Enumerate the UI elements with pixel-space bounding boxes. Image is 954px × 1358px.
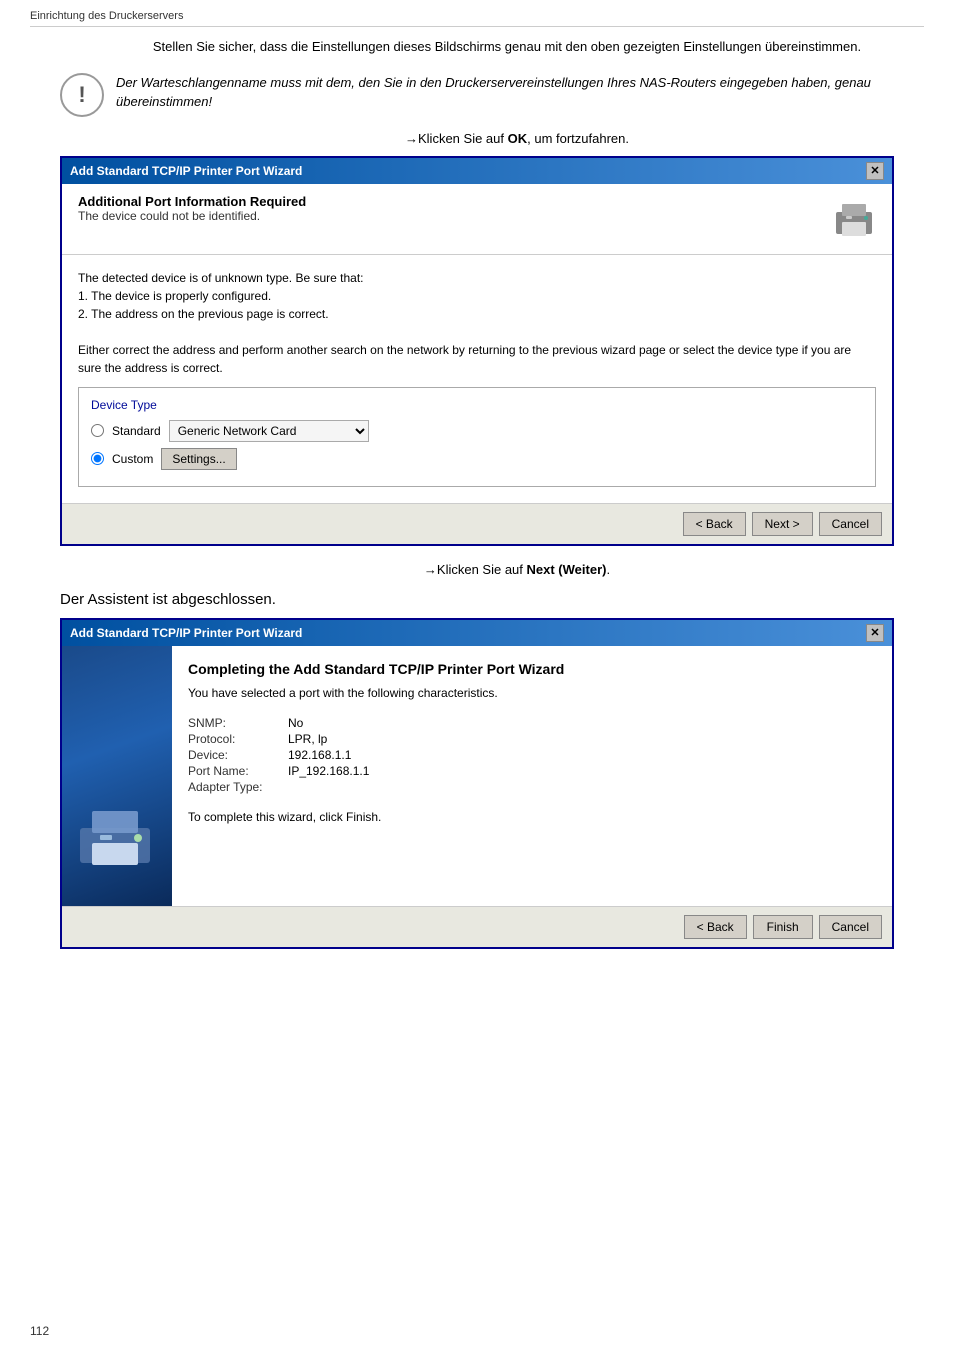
instruction2-text2: . <box>606 562 610 577</box>
blue-panel-printer <box>70 793 164 886</box>
protocol-label: Protocol: <box>188 732 278 746</box>
wizard2-body: Completing the Add Standard TCP/IP Print… <box>62 646 892 906</box>
instruction2-bold: Next (Weiter) <box>527 562 607 577</box>
info-row-device: Device: 192.168.1.1 <box>188 748 876 762</box>
note-text: Der Warteschlangenname muss mit dem, den… <box>116 73 894 112</box>
device-type-section: Device Type Standard Generic Network Car… <box>78 387 876 487</box>
wizard2-title: Add Standard TCP/IP Printer Port Wizard <box>70 626 302 640</box>
wizard1-header-subtitle: The device could not be identified. <box>78 209 306 223</box>
breadcrumb: Einrichtung des Druckerservers <box>30 10 924 27</box>
wizard2-cancel-button[interactable]: Cancel <box>819 915 882 939</box>
wizard1-back-button[interactable]: < Back <box>683 512 746 536</box>
wizard1-header-title: Additional Port Information Required <box>78 194 306 209</box>
blue-panel-inner <box>62 646 172 906</box>
instruction2: →Klicken Sie auf Next (Weiter). <box>110 562 924 577</box>
info-row-snmp: SNMP: No <box>188 716 876 730</box>
wizard2-left-panel <box>62 646 172 906</box>
wizard2-titlebar: Add Standard TCP/IP Printer Port Wizard … <box>62 620 892 646</box>
wizard2-right: Completing the Add Standard TCP/IP Print… <box>172 646 892 906</box>
standard-label: Standard <box>112 422 161 440</box>
completion-subtitle: You have selected a port with the follow… <box>188 686 876 700</box>
wizard1-header-text: Additional Port Information Required The… <box>78 194 306 223</box>
wizard1-body-line2: 1. The device is properly configured. <box>78 287 876 305</box>
info-row-protocol: Protocol: LPR, lp <box>188 732 876 746</box>
assistant-done: Der Assistent ist abgeschlossen. <box>60 591 924 608</box>
info-row-adapter: Adapter Type: <box>188 780 876 794</box>
page-number: 112 <box>30 1324 49 1338</box>
note-block: ! Der Warteschlangenname muss mit dem, d… <box>60 73 894 117</box>
adapter-label: Adapter Type: <box>188 780 278 794</box>
arrow2: → <box>424 562 437 577</box>
protocol-value: LPR, lp <box>288 732 327 746</box>
wizard1-title: Add Standard TCP/IP Printer Port Wizard <box>70 164 302 178</box>
device-label: Device: <box>188 748 278 762</box>
printer-icon-large <box>70 793 160 883</box>
standard-dropdown[interactable]: Generic Network Card <box>169 420 369 442</box>
snmp-value: No <box>288 716 303 730</box>
wizard2-footer: < Back Finish Cancel <box>62 906 892 947</box>
custom-radio-row: Custom Settings... <box>91 448 863 470</box>
custom-radio[interactable] <box>91 452 104 465</box>
portname-label: Port Name: <box>188 764 278 778</box>
wizard2-close-button[interactable]: ✕ <box>866 624 884 642</box>
wizard1-body-line1: The detected device is of unknown type. … <box>78 269 876 287</box>
wizard2-back-button[interactable]: < Back <box>684 915 747 939</box>
wizard1-close-button[interactable]: ✕ <box>866 162 884 180</box>
wizard1-next-button[interactable]: Next > <box>752 512 813 536</box>
instruction1: →Klicken Sie auf OK, um fortzufahren. <box>110 131 924 146</box>
device-value: 192.168.1.1 <box>288 748 351 762</box>
wizard1-body-line4: Either correct the address and perform a… <box>78 341 876 377</box>
wizard1-footer: < Back Next > Cancel <box>62 503 892 544</box>
instruction1-text2: , um fortzufahren. <box>527 131 629 146</box>
info-row-portname: Port Name: IP_192.168.1.1 <box>188 764 876 778</box>
wizard1-cancel-button[interactable]: Cancel <box>819 512 882 536</box>
wizard1-header: Additional Port Information Required The… <box>62 184 892 255</box>
wizard1-body-line3: 2. The address on the previous page is c… <box>78 305 876 323</box>
info-table: SNMP: No Protocol: LPR, lp Device: 192.1… <box>188 716 876 794</box>
wizard2-finish-button[interactable]: Finish <box>753 915 813 939</box>
printer-icon-small <box>828 194 880 246</box>
standard-radio[interactable] <box>91 424 104 437</box>
custom-label: Custom <box>112 450 153 468</box>
instruction1-text: Klicken Sie auf <box>418 131 508 146</box>
wizard1-body: The detected device is of unknown type. … <box>62 255 892 503</box>
completion-title: Completing the Add Standard TCP/IP Print… <box>188 660 876 678</box>
completion-note: To complete this wizard, click Finish. <box>188 810 876 824</box>
device-type-label: Device Type <box>91 396 863 414</box>
wizard1-dialog: Add Standard TCP/IP Printer Port Wizard … <box>60 156 894 546</box>
note-icon: ! <box>60 73 104 117</box>
instruction1-bold: OK <box>508 131 528 146</box>
snmp-label: SNMP: <box>188 716 278 730</box>
settings-button[interactable]: Settings... <box>161 448 236 470</box>
standard-radio-row: Standard Generic Network Card <box>91 420 863 442</box>
instruction2-text: Klicken Sie auf <box>437 562 527 577</box>
wizard1-titlebar: Add Standard TCP/IP Printer Port Wizard … <box>62 158 892 184</box>
intro-text: Stellen Sie sicher, dass die Einstellung… <box>90 37 924 57</box>
portname-value: IP_192.168.1.1 <box>288 764 369 778</box>
wizard2-dialog: Add Standard TCP/IP Printer Port Wizard … <box>60 618 894 949</box>
arrow1: → <box>405 131 418 146</box>
